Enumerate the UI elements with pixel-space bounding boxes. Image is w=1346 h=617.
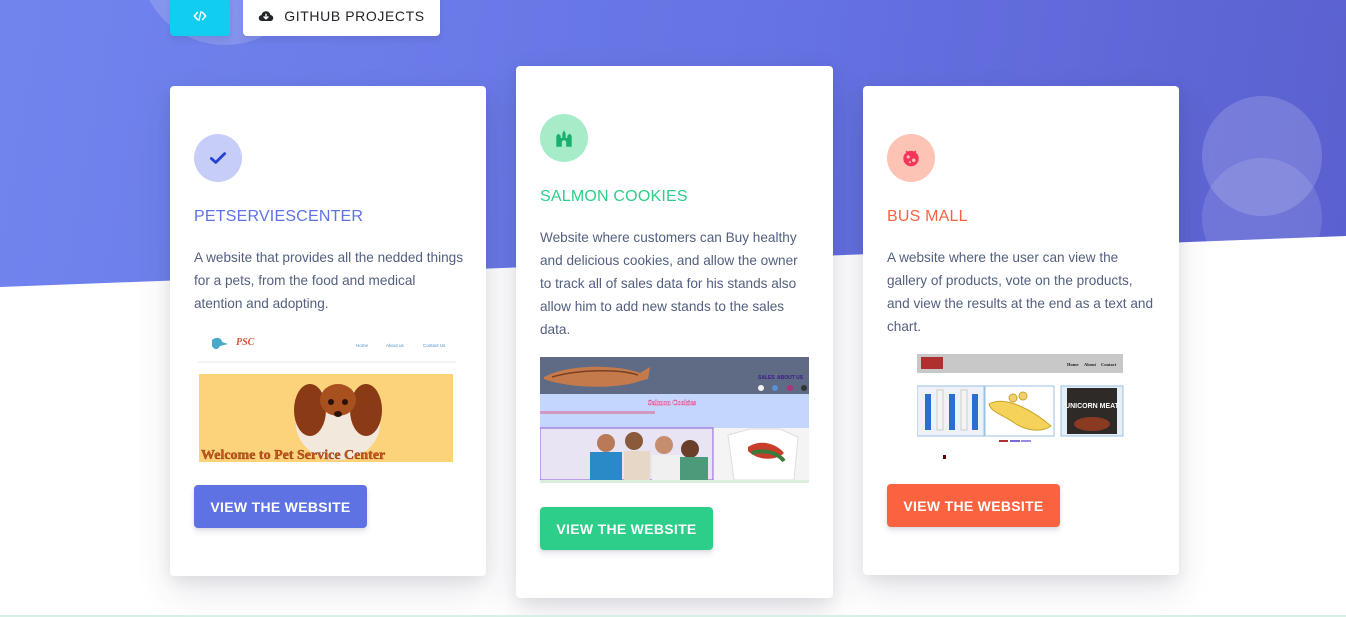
code-button[interactable] <box>170 0 230 36</box>
check-icon <box>209 152 227 164</box>
view-website-button[interactable]: VIEW THE WEBSITE <box>194 485 367 528</box>
card-icon-circle <box>194 134 242 182</box>
card-title: SALMON COOKIES <box>540 188 688 205</box>
view-website-button[interactable]: VIEW THE WEBSITE <box>540 507 713 550</box>
github-projects-label: GITHUB PROJECTS <box>284 8 425 24</box>
screenshot-nav: Home <box>1067 362 1079 367</box>
card-description: A website that provides all the nedded t… <box>194 250 464 311</box>
bug-icon <box>903 150 919 167</box>
screenshot-product-label: UNICORN MEAT <box>1065 403 1120 410</box>
screenshot-nav: SALES <box>758 375 775 381</box>
card-title: PETSERVIESCENTER <box>194 208 364 225</box>
screenshot-nav: ABOUT US <box>777 375 804 381</box>
github-projects-button[interactable]: GITHUB PROJECTS <box>243 0 440 36</box>
screenshot-nav: Contact <box>1101 362 1117 367</box>
card-icon-circle <box>540 114 588 162</box>
website-screenshot: SALES ABOUT US Salmon Cookies <box>540 357 809 483</box>
card-description: Website where customers can Buy healthy … <box>540 230 798 337</box>
castle-icon <box>556 130 572 147</box>
website-screenshot: PSC Home About us Contact Us Welcome to … <box>198 332 456 462</box>
decorative-circle <box>1202 158 1322 278</box>
screenshot-nav: About <box>1084 362 1097 367</box>
screenshot-logo: PSC <box>236 337 255 348</box>
screenshot-nav: Contact Us <box>423 343 446 348</box>
screenshot-banner-text: Welcome to Pet Service Center <box>201 448 385 462</box>
card-icon-circle <box>887 134 935 182</box>
card-description: A website where the user can view the ga… <box>887 250 1154 334</box>
screenshot-nav: About us <box>386 343 405 348</box>
screenshot-nav: Home <box>356 343 369 348</box>
project-card-salmon-cookies: SALMON COOKIES Website where customers c… <box>516 66 833 598</box>
code-icon <box>193 10 207 22</box>
website-screenshot: Home About Contact UNICORN MEAT <box>917 354 1125 464</box>
card-title: BUS MALL <box>887 208 968 225</box>
screenshot-banner-text: Salmon Cookies <box>648 399 696 407</box>
project-card-petservicecenter: PETSERVIESCENTER A website that provides… <box>170 86 486 576</box>
view-website-button[interactable]: VIEW THE WEBSITE <box>887 484 1060 527</box>
project-card-bus-mall: BUS MALL A website where the user can vi… <box>863 86 1179 575</box>
cloud-download-icon <box>259 11 274 21</box>
